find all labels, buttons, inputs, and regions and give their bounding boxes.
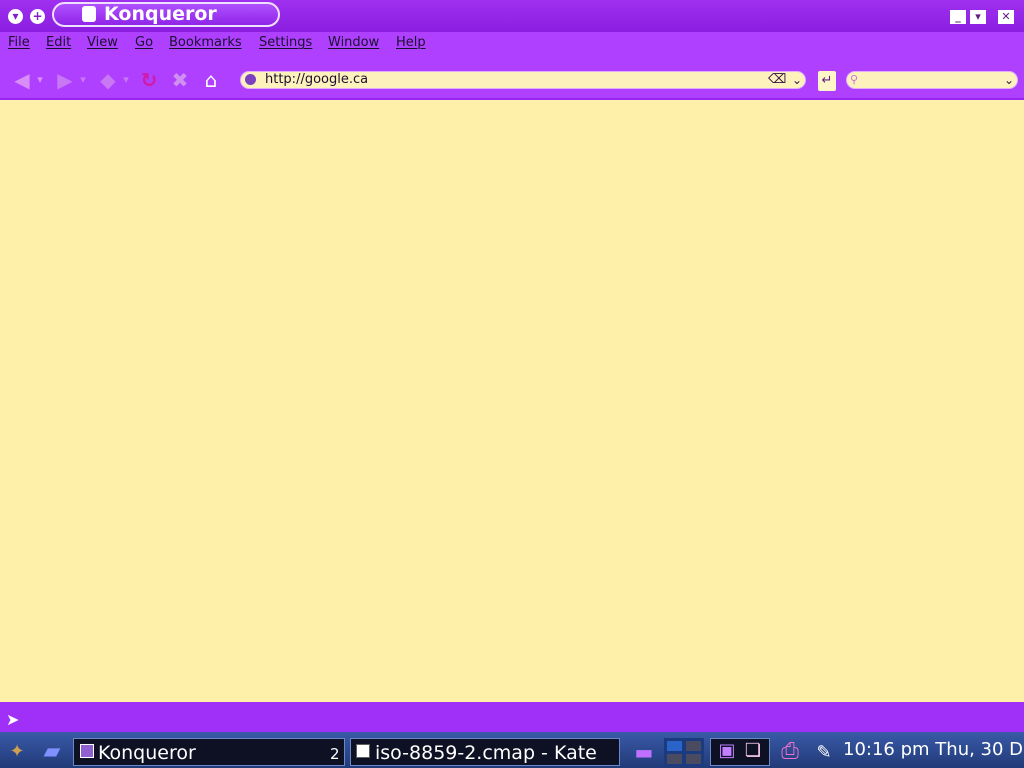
menu-bar xyxy=(0,32,1024,56)
menu-view[interactable]: View xyxy=(87,34,118,52)
pager-desktop-3[interactable] xyxy=(667,754,682,764)
printer-icon[interactable]: ⎙ xyxy=(776,738,804,766)
search-input[interactable] xyxy=(846,71,1018,89)
menu-settings[interactable]: Settings xyxy=(259,34,312,52)
forward-dropdown-icon[interactable]: ▾ xyxy=(77,68,89,92)
back-arrow-icon[interactable]: ◀ xyxy=(10,68,34,92)
window-menu-button[interactable]: ▾ xyxy=(8,9,23,24)
up-dropdown-icon[interactable]: ▾ xyxy=(120,68,132,92)
clock-date: Thu, 30 Dec xyxy=(935,739,1024,760)
forward-arrow-icon[interactable]: ▶ xyxy=(53,68,77,92)
menu-window[interactable]: Window xyxy=(328,34,379,52)
pager-desktop-2[interactable] xyxy=(686,741,701,751)
clipboard-icon[interactable]: ❏ xyxy=(742,741,764,761)
clock-time: 10:16 pm xyxy=(843,739,930,760)
pager-desktop-1[interactable] xyxy=(667,741,682,751)
reload-icon[interactable]: ↻ xyxy=(137,68,161,92)
monitor-icon[interactable]: ▣ xyxy=(716,741,738,761)
kmenu-icon[interactable]: ✦ xyxy=(2,740,32,764)
search-engine-icon[interactable]: ⚲ xyxy=(850,74,864,86)
page-content[interactable] xyxy=(0,100,1024,702)
home-icon[interactable]: ⌂ xyxy=(199,68,223,92)
clear-url-icon[interactable]: ⌫ xyxy=(768,72,786,88)
menu-bookmarks[interactable]: Bookmarks xyxy=(169,34,242,52)
minimize-button[interactable]: _ xyxy=(950,10,966,24)
task-label: Konqueror xyxy=(98,742,196,764)
globe-icon xyxy=(245,74,256,85)
task-label: iso-8859-2.cmap - Kate xyxy=(375,742,597,764)
pager-desktop-4[interactable] xyxy=(686,754,701,764)
stop-icon[interactable]: ✖ xyxy=(168,68,192,92)
menu-help[interactable]: Help xyxy=(396,34,426,52)
task-count: 2 xyxy=(330,745,340,763)
maximize-button[interactable]: ▾ xyxy=(970,10,986,24)
menu-go[interactable]: Go xyxy=(135,34,153,52)
url-input[interactable]: http://google.ca xyxy=(265,72,368,88)
cursor-arrow-icon: ➤ xyxy=(6,710,20,729)
back-dropdown-icon[interactable]: ▾ xyxy=(34,68,46,92)
sticky-button[interactable]: + xyxy=(30,9,45,24)
konqueror-icon xyxy=(82,6,96,22)
window-title: Konqueror xyxy=(104,3,217,25)
removable-device-icon[interactable]: ✎ xyxy=(810,740,838,766)
status-bar xyxy=(0,702,1024,732)
file-manager-icon[interactable]: ▰ xyxy=(36,738,68,766)
clock[interactable]: 10:16 pm Thu, 30 Dec xyxy=(843,738,1024,762)
kate-task-icon xyxy=(356,744,370,758)
go-button[interactable]: ↵ xyxy=(818,71,836,91)
menu-edit[interactable]: Edit xyxy=(46,34,71,52)
menu-file[interactable]: File xyxy=(8,34,30,52)
close-button[interactable]: ✕ xyxy=(998,10,1014,24)
url-history-dropdown[interactable]: ⌄ xyxy=(790,72,804,88)
search-dropdown[interactable]: ⌄ xyxy=(1002,72,1016,88)
up-arrow-icon[interactable]: ◆ xyxy=(96,68,120,92)
desktop-switcher-icon[interactable]: ▬ xyxy=(629,740,659,764)
konqueror-task-icon xyxy=(80,744,94,758)
